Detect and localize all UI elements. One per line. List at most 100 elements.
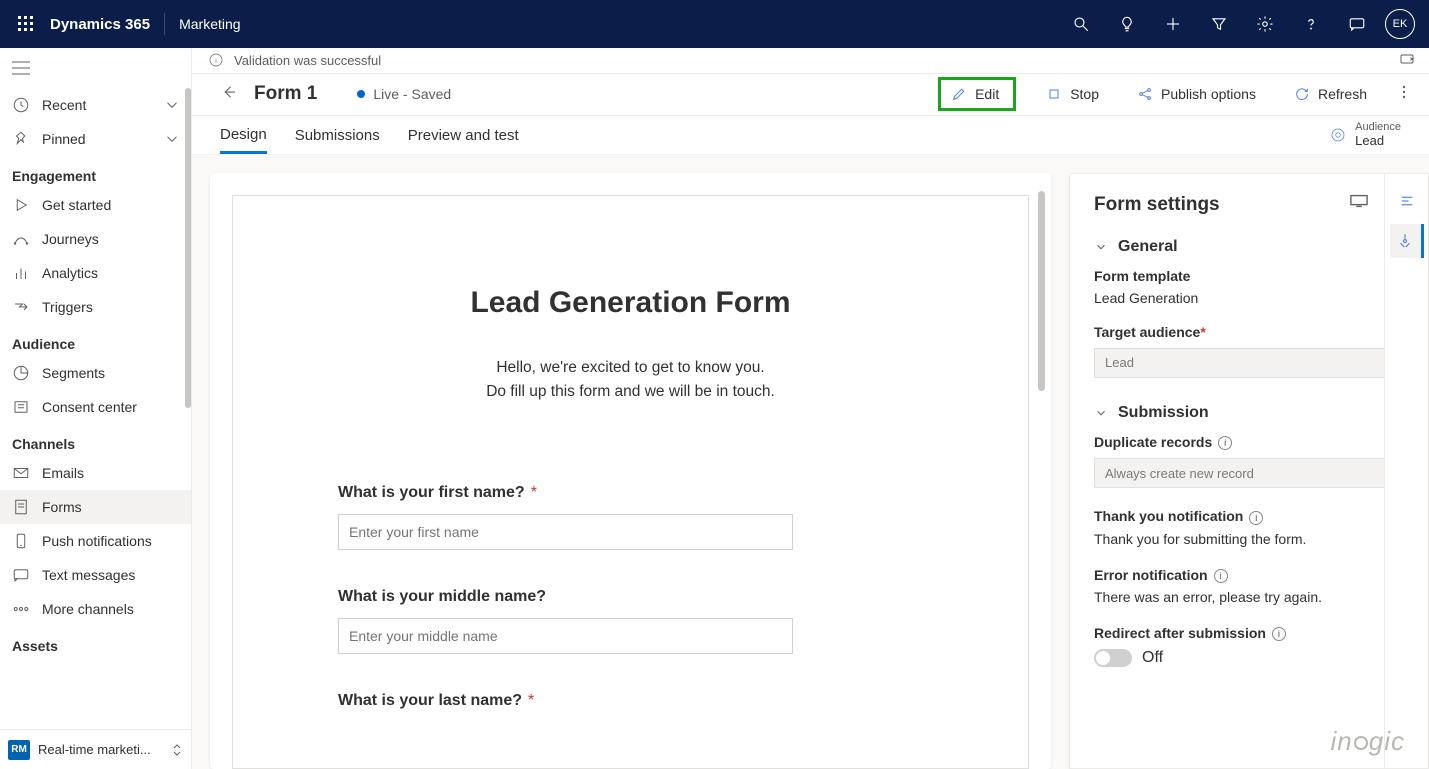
help-icon[interactable] — [1289, 0, 1333, 48]
nav-consent[interactable]: Consent center — [0, 390, 191, 424]
nav-scrollbar[interactable] — [185, 88, 191, 408]
area-label[interactable]: Marketing — [179, 16, 240, 32]
overflow-menu[interactable] — [1397, 85, 1411, 104]
firstname-input[interactable] — [338, 514, 793, 550]
nav-label: Emails — [42, 465, 84, 481]
brand-label[interactable]: Dynamics 365 — [50, 16, 150, 33]
main-area: Validation was successful Form 1 Live - … — [192, 48, 1429, 769]
hamburger-icon[interactable] — [0, 48, 191, 88]
redirect-toggle[interactable] — [1094, 649, 1132, 667]
audience-indicator[interactable]: AudienceLead — [1329, 121, 1401, 148]
toggle-state: Off — [1142, 649, 1163, 667]
nav-label: Journeys — [42, 231, 99, 247]
cmd-label: Publish options — [1161, 86, 1256, 102]
cmd-label: Edit — [975, 86, 999, 102]
duplicate-records-select[interactable]: Always create new record — [1094, 458, 1404, 488]
nav-label: Get started — [42, 197, 111, 213]
required-star: * — [531, 484, 537, 501]
info-icon[interactable]: i — [1249, 511, 1263, 525]
back-button[interactable] — [220, 83, 238, 106]
chevron-down-icon — [1094, 240, 1108, 254]
chevron-down-icon — [1094, 406, 1108, 420]
form-icon — [12, 498, 30, 516]
search-icon[interactable] — [1059, 0, 1103, 48]
command-bar: Form 1 Live - Saved Edit Stop Publish op… — [192, 74, 1429, 116]
section-submission[interactable]: Submission — [1094, 404, 1404, 422]
error-value: There was an error, please try again. — [1094, 589, 1404, 605]
audience-value: Lead — [1355, 133, 1401, 148]
nav-label: Recent — [42, 97, 86, 113]
middlename-input[interactable] — [338, 618, 793, 654]
nav-label: Text messages — [42, 567, 135, 583]
nav-journeys[interactable]: Journeys — [0, 222, 191, 256]
info-icon[interactable]: i — [1272, 627, 1286, 641]
app-launcher-icon[interactable] — [6, 0, 46, 48]
field-label-text: What is your middle name? — [338, 588, 546, 605]
refresh-button[interactable]: Refresh — [1286, 80, 1375, 108]
nav-segments[interactable]: Segments — [0, 356, 191, 390]
nav-forms[interactable]: Forms — [0, 490, 191, 524]
nav-analytics[interactable]: Analytics — [0, 256, 191, 290]
nav-recent[interactable]: Recent — [0, 88, 191, 122]
canvas-container: Lead Generation Form Hello, we're excite… — [210, 173, 1051, 769]
form-heading: Lead Generation Form — [338, 286, 923, 320]
publish-button[interactable]: Publish options — [1129, 80, 1264, 108]
info-icon[interactable]: i — [1218, 436, 1232, 450]
nav-label: Triggers — [42, 299, 93, 315]
field-middlename: What is your middle name? — [338, 588, 923, 654]
pin-icon — [12, 130, 30, 148]
gear-icon[interactable] — [1243, 0, 1287, 48]
formtpl-label: Form template — [1094, 268, 1404, 284]
stop-button[interactable]: Stop — [1038, 80, 1107, 108]
cmd-label: Refresh — [1318, 86, 1367, 102]
area-badge: RM — [8, 740, 30, 760]
chevron-updown-icon — [171, 743, 183, 757]
area-switcher[interactable]: RM Real-time marketi... — [0, 729, 191, 769]
status-text: Live - Saved — [373, 86, 451, 102]
nav-push[interactable]: Push notifications — [0, 524, 191, 558]
rail-elements-icon[interactable] — [1390, 184, 1424, 218]
info-icon[interactable]: i — [1214, 569, 1228, 583]
user-avatar[interactable]: EK — [1385, 9, 1415, 39]
tab-submissions[interactable]: Submissions — [295, 117, 380, 152]
canvas-scrollbar[interactable] — [1038, 191, 1045, 391]
notification-text: Validation was successful — [234, 53, 381, 68]
thanks-label: Thank you notificationi — [1094, 508, 1404, 524]
lightbulb-icon[interactable] — [1105, 0, 1149, 48]
nav-group-engagement: Engagement — [0, 156, 191, 188]
nav-group-audience: Audience — [0, 324, 191, 356]
nav-triggers[interactable]: Triggers — [0, 290, 191, 324]
target-audience-select[interactable]: Lead — [1094, 348, 1404, 378]
section-general[interactable]: General — [1094, 238, 1404, 256]
intro-line-1: Hello, we're excited to get to know you. — [338, 356, 923, 380]
nav-label: Analytics — [42, 265, 98, 281]
nav-label: Consent center — [42, 399, 137, 415]
filter-icon[interactable] — [1197, 0, 1241, 48]
chat-icon[interactable] — [1335, 0, 1379, 48]
area-switch-label: Real-time marketi... — [38, 742, 151, 757]
form-settings-panel: Form settings General Form template Lead… — [1069, 173, 1429, 769]
field-label-text: What is your first name? — [338, 484, 525, 501]
tab-preview[interactable]: Preview and test — [408, 117, 519, 152]
trigger-icon — [12, 298, 30, 316]
nav-label: Forms — [42, 499, 82, 515]
nav-pinned[interactable]: Pinned — [0, 122, 191, 156]
tab-design[interactable]: Design — [220, 116, 267, 154]
edit-button[interactable]: Edit — [938, 77, 1016, 111]
copilot-icon[interactable] — [1399, 51, 1415, 70]
nav-getstarted[interactable]: Get started — [0, 188, 191, 222]
chevron-down-icon — [163, 96, 181, 114]
nav-more-channels[interactable]: More channels — [0, 592, 191, 626]
field-lastname: What is your last name?* — [338, 692, 923, 710]
nav-text[interactable]: Text messages — [0, 558, 191, 592]
plus-icon[interactable] — [1151, 0, 1195, 48]
dup-label: Duplicate recordsi — [1094, 434, 1404, 450]
message-icon — [12, 566, 30, 584]
thanks-value: Thank you for submitting the form. — [1094, 531, 1404, 547]
nav-group-channels: Channels — [0, 424, 191, 456]
nav-emails[interactable]: Emails — [0, 456, 191, 490]
rail-settings-icon[interactable] — [1390, 224, 1424, 258]
desktop-preview-icon[interactable] — [1350, 194, 1368, 213]
more-channels-icon — [12, 600, 30, 618]
phone-icon — [12, 532, 30, 550]
